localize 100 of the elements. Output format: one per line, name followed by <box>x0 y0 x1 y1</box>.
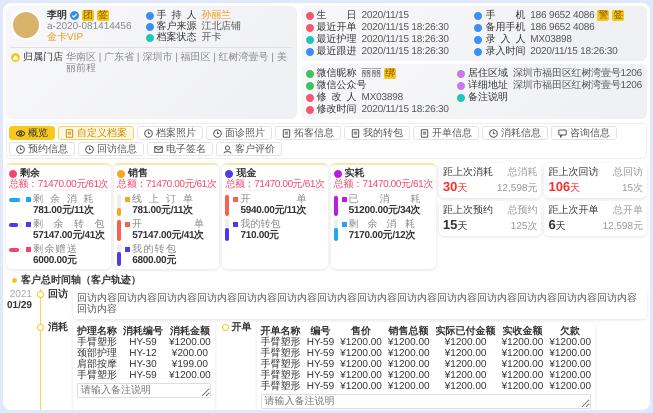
stat-total: 总额：71470.00元/61次 <box>9 179 108 191</box>
clock-icon <box>489 128 498 138</box>
table-cell: ¥1200.00 <box>388 381 430 392</box>
legend-label: 剩余消耗 <box>348 219 416 230</box>
clock-icon <box>213 128 222 138</box>
table-cell: ¥1200.00 <box>502 370 544 381</box>
table-cell: ¥1200.00 <box>502 359 544 370</box>
timeline-label: 开单 <box>232 322 253 333</box>
days-value: 30天 <box>442 181 468 194</box>
tab[interactable]: 咨询信息 <box>551 126 617 140</box>
tag-badge: 警 <box>597 10 610 21</box>
stat-title: 剩余 <box>20 168 40 179</box>
field-value: 开卡 <box>202 32 222 43</box>
document-icon <box>66 128 74 138</box>
table-cell: ¥1200.00 <box>340 359 382 370</box>
field-label: 录入时间 <box>485 46 526 57</box>
table-cell-text: ¥1200.00 <box>444 370 488 381</box>
field-label: 微信公众号 <box>316 80 367 91</box>
table-cell: ¥1200.00 <box>340 381 382 392</box>
summary-label: 距上次开单 <box>548 205 598 216</box>
legend-value: 57147.00元/41次 <box>132 230 204 241</box>
table-cell-text: ¥1200.00 <box>444 359 488 370</box>
field-value: 孙丽兰 <box>202 10 231 21</box>
column-header: 实收金额 <box>502 326 544 337</box>
tag-badge: 签 <box>97 10 109 21</box>
field-value: 2020/11/15 <box>362 10 409 21</box>
field-label: 微信昵称 <box>316 68 357 79</box>
table-cell-text: ¥199.00 <box>170 359 209 370</box>
table-cell: ¥1200.00 <box>502 381 544 392</box>
tab[interactable]: 面诊照片 <box>206 126 272 140</box>
timeline-dot <box>36 324 44 331</box>
mail-icon <box>154 146 163 152</box>
legend-label: 开 单 <box>132 219 204 230</box>
tab[interactable]: 开单信息 <box>413 126 479 140</box>
chat-icon <box>558 129 567 138</box>
field-label: 手 持 人 <box>156 10 197 21</box>
table-cell: HY-59 <box>306 359 334 370</box>
field-label: 修改时间 <box>316 104 357 115</box>
legend-value: 710.00元 <box>240 230 280 241</box>
column-header: 消耗编号 <box>123 326 163 337</box>
summary-label: 距上次回访 <box>548 167 600 178</box>
column-header: 实际已付金额 <box>436 326 496 337</box>
field-value: 深圳市福田区红树湾壹号1206 <box>512 68 642 79</box>
remark-field[interactable]: 请输入备注说明 <box>260 394 592 409</box>
legend-label: 开 单 <box>240 194 306 205</box>
table-cell-text: HY-30 <box>128 359 158 370</box>
field-label: 最近跟进 <box>316 46 357 57</box>
table-cell: 手臂塑形 <box>77 370 117 381</box>
remark-field[interactable]: 请输入备注说明 <box>77 383 211 398</box>
timeline-year: 2021 <box>8 289 32 300</box>
bullet-icon <box>12 278 17 283</box>
tab[interactable]: 概览 <box>9 126 55 140</box>
table-cell: HY-59 <box>306 348 334 359</box>
summary-label: 距上次预约 <box>442 205 494 216</box>
field-label: 档案状态 <box>156 32 197 43</box>
legend-label: 已 消 耗 <box>348 194 420 205</box>
table-cell: ¥1200.00 <box>340 337 382 348</box>
table-cell: HY-59 <box>306 337 334 348</box>
stat-total: 总额：71470.00元/61次 <box>225 179 325 191</box>
table-cell: ¥1200.00 <box>549 370 592 381</box>
summary-total: 15次 <box>620 183 644 194</box>
field-value: 2020/11/15 18:26:30 <box>530 46 618 57</box>
field-label: 详细地址 <box>468 80 508 91</box>
field-label: 手 机 <box>485 10 526 21</box>
table-cell: 肩部按摩 <box>77 359 117 370</box>
tab[interactable]: 消耗信息 <box>482 126 548 140</box>
field-value: 186 9652 4086 <box>530 10 594 21</box>
field-value: 2020/11/15 18:26:30 <box>362 22 449 33</box>
field-label: 生 日 <box>316 10 357 21</box>
tab[interactable]: 预约信息 <box>9 142 75 156</box>
tab[interactable]: 客户评价 <box>216 142 282 156</box>
field-label: 录 入 人 <box>485 34 526 45</box>
field-label: 备用手机 <box>485 22 526 33</box>
tab[interactable]: 我的转包 <box>344 126 410 140</box>
table-cell-text: ¥1200.00 <box>444 348 488 359</box>
tag-badge: 签 <box>612 10 624 21</box>
legend-value: 51200.00元/34次 <box>348 205 420 216</box>
tab[interactable]: 拓客信息 <box>275 126 341 140</box>
table-cell: 手臂塑形 <box>260 381 301 392</box>
timeline-label: 回访 <box>48 289 69 302</box>
column-header: 欠款 <box>559 326 582 337</box>
tab[interactable]: 回访信息 <box>78 142 144 156</box>
table-cell: ¥1200.00 <box>388 359 430 370</box>
timeline-date: 01/29 <box>6 300 32 311</box>
legend-value: 6000.00元 <box>33 255 77 266</box>
tag-badge: 绑 <box>384 68 396 79</box>
tab[interactable]: 档案照片 <box>137 126 203 140</box>
field-value: 2020/11/15 18:26:30 <box>362 104 449 115</box>
table-cell-text: ¥1200.00 <box>444 337 488 348</box>
tab[interactable]: 电子签名 <box>147 142 213 156</box>
legend-value: 6800.00元 <box>132 255 176 266</box>
table-cell-text: ¥1200.00 <box>444 381 488 392</box>
field-label: 最近护理 <box>316 34 357 45</box>
table-cell: 手臂塑形 <box>77 337 117 348</box>
field-value: 186 9652 4086 <box>530 22 594 33</box>
customer-name: 李明 <box>47 10 67 21</box>
summary-total: 125次 <box>510 221 538 232</box>
summary-label: 距上次消耗 <box>442 167 493 178</box>
table-cell: 手臂塑形 <box>260 359 301 370</box>
field-label: 修 改 人 <box>316 92 357 103</box>
